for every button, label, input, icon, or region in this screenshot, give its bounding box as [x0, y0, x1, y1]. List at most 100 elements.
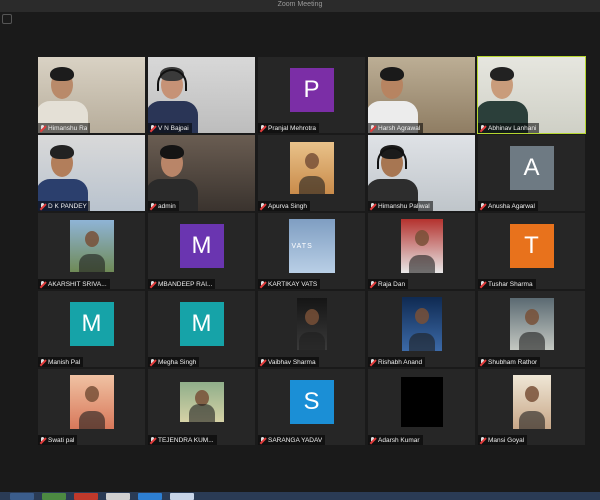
participant-tile[interactable]: M Manish Pal [38, 291, 145, 367]
participant-video [38, 213, 145, 289]
participant-name: AKARSHIT SRIVA... [48, 280, 107, 288]
participant-name: MBANDEEP RAI... [158, 280, 213, 288]
mic-muted-icon [370, 202, 376, 210]
mic-muted-icon [260, 202, 266, 210]
mic-muted-icon [370, 358, 376, 366]
participant-name-bar: Raja Dan [368, 279, 409, 289]
participant-avatar-initial: M [179, 224, 224, 269]
mic-muted-icon [480, 124, 486, 132]
taskbar-app-icon[interactable] [10, 493, 34, 500]
participant-name-bar: SARANGA YADAV [258, 435, 326, 445]
window-titlebar: Zoom Meeting [0, 0, 600, 12]
participant-tile[interactable]: Himanshu Paliwal [368, 135, 475, 211]
participant-tile[interactable]: TEJENDRA KUM... [148, 369, 255, 445]
participant-tile[interactable]: M MBANDEEP RAI... [148, 213, 255, 289]
participant-tile[interactable]: P Pranjal Mehrotra [258, 57, 365, 133]
participant-name-bar: Harsh Agrawal [368, 123, 424, 133]
participant-name: V N Bajpai [158, 124, 189, 132]
participant-tile[interactable]: A Anusha Agarwal [478, 135, 585, 211]
participant-tile[interactable]: Vaibhav Sharma [258, 291, 365, 367]
participant-name: Himanshu Ra [48, 124, 88, 132]
participant-tile[interactable]: Apurva Singh [258, 135, 365, 211]
participant-tile[interactable]: admin [148, 135, 255, 211]
mic-muted-icon [370, 436, 376, 444]
mic-muted-icon [480, 436, 486, 444]
participant-name-bar: Swati pal [38, 435, 78, 445]
participant-name: Abhinav Lanhani [488, 124, 537, 132]
participant-video: M [148, 213, 255, 289]
participant-name: Pranjal Mehrotra [268, 124, 317, 132]
view-options-icon[interactable] [2, 14, 12, 24]
mic-muted-icon [370, 124, 376, 132]
participant-name: Shubham Rathor [488, 358, 538, 366]
taskbar-app-icon[interactable] [106, 493, 130, 500]
participant-name: Megha Singh [158, 358, 197, 366]
participant-video [478, 57, 585, 133]
taskbar-app-icon[interactable] [138, 493, 162, 500]
participant-avatar-initial: T [509, 224, 554, 269]
participant-tile[interactable]: Abhinav Lanhani [477, 56, 586, 134]
participant-name-bar: AKARSHIT SRIVA... [38, 279, 110, 289]
participant-name: Vaibhav Sharma [268, 358, 316, 366]
participant-name: admin [158, 202, 176, 210]
mic-muted-icon [150, 358, 156, 366]
participant-video [148, 369, 255, 445]
participant-name-bar: V N Bajpai [148, 123, 192, 133]
participant-name: SARANGA YADAV [268, 436, 323, 444]
participant-avatar-initial: S [289, 380, 334, 425]
taskbar-app-icon[interactable] [74, 493, 98, 500]
participant-tile[interactable]: Harsh Agrawal [368, 57, 475, 133]
window-title: Zoom Meeting [277, 1, 323, 8]
participant-video: T [478, 213, 585, 289]
mic-muted-icon [150, 436, 156, 444]
mic-muted-icon [480, 358, 486, 366]
participant-tile[interactable]: Mansi Goyal [478, 369, 585, 445]
participant-name-bar: Himanshu Paliwal [368, 201, 433, 211]
participant-name-bar: D K PANDEY [38, 201, 90, 211]
participant-name: Manish Pal [48, 358, 81, 366]
participant-profile-photo [296, 298, 327, 351]
participant-name-bar: Mansi Goyal [478, 435, 528, 445]
participant-tile[interactable]: V N Bajpai [148, 57, 255, 133]
participant-video [368, 135, 475, 211]
participant-video [38, 135, 145, 211]
participant-tile[interactable]: Raja Dan [368, 213, 475, 289]
participant-tile[interactable]: S SARANGA YADAV [258, 369, 365, 445]
mic-muted-icon [40, 436, 46, 444]
participant-video: P [258, 57, 365, 133]
participant-tile[interactable]: AKARSHIT SRIVA... [38, 213, 145, 289]
participant-tile[interactable]: Swati pal [38, 369, 145, 445]
taskbar-app-icon[interactable] [42, 493, 66, 500]
participant-tile[interactable]: Himanshu Ra [38, 57, 145, 133]
participant-name: Swati pal [48, 436, 75, 444]
participant-tile[interactable]: T Tushar Sharma [478, 213, 585, 289]
participant-video [368, 291, 475, 367]
participant-video [148, 135, 255, 211]
participant-tile[interactable]: VATS KARTIKAY VATS [258, 213, 365, 289]
participant-name-bar: Abhinav Lanhani [478, 123, 540, 133]
mic-muted-icon [40, 280, 46, 288]
participant-name: Apurva Singh [268, 202, 308, 210]
participant-tile[interactable]: D K PANDEY [38, 135, 145, 211]
participant-tile[interactable]: Shubham Rathor [478, 291, 585, 367]
participant-tile[interactable]: Rishabh Anand [368, 291, 475, 367]
gallery-view: Himanshu Ra V N Bajpai P Pranjal Mehrotra Ha… [38, 56, 586, 447]
participant-video [38, 57, 145, 133]
participant-tile[interactable]: Adarsh Kumar [368, 369, 475, 445]
participant-video [368, 369, 475, 445]
mic-muted-icon [260, 124, 266, 132]
participant-video [258, 135, 365, 211]
participant-name: Mansi Goyal [488, 436, 525, 444]
participant-name-bar: Manish Pal [38, 357, 84, 367]
participant-tile[interactable]: M Megha Singh [148, 291, 255, 367]
participant-video: A [478, 135, 585, 211]
mic-muted-icon [150, 280, 156, 288]
participant-name: D K PANDEY [48, 202, 87, 210]
participant-video [148, 57, 255, 133]
participant-video: M [148, 291, 255, 367]
mic-muted-icon [260, 280, 266, 288]
participant-name-bar: Shubham Rathor [478, 357, 541, 367]
participant-video [258, 291, 365, 367]
taskbar-app-icon[interactable] [170, 493, 194, 500]
participant-video [38, 369, 145, 445]
